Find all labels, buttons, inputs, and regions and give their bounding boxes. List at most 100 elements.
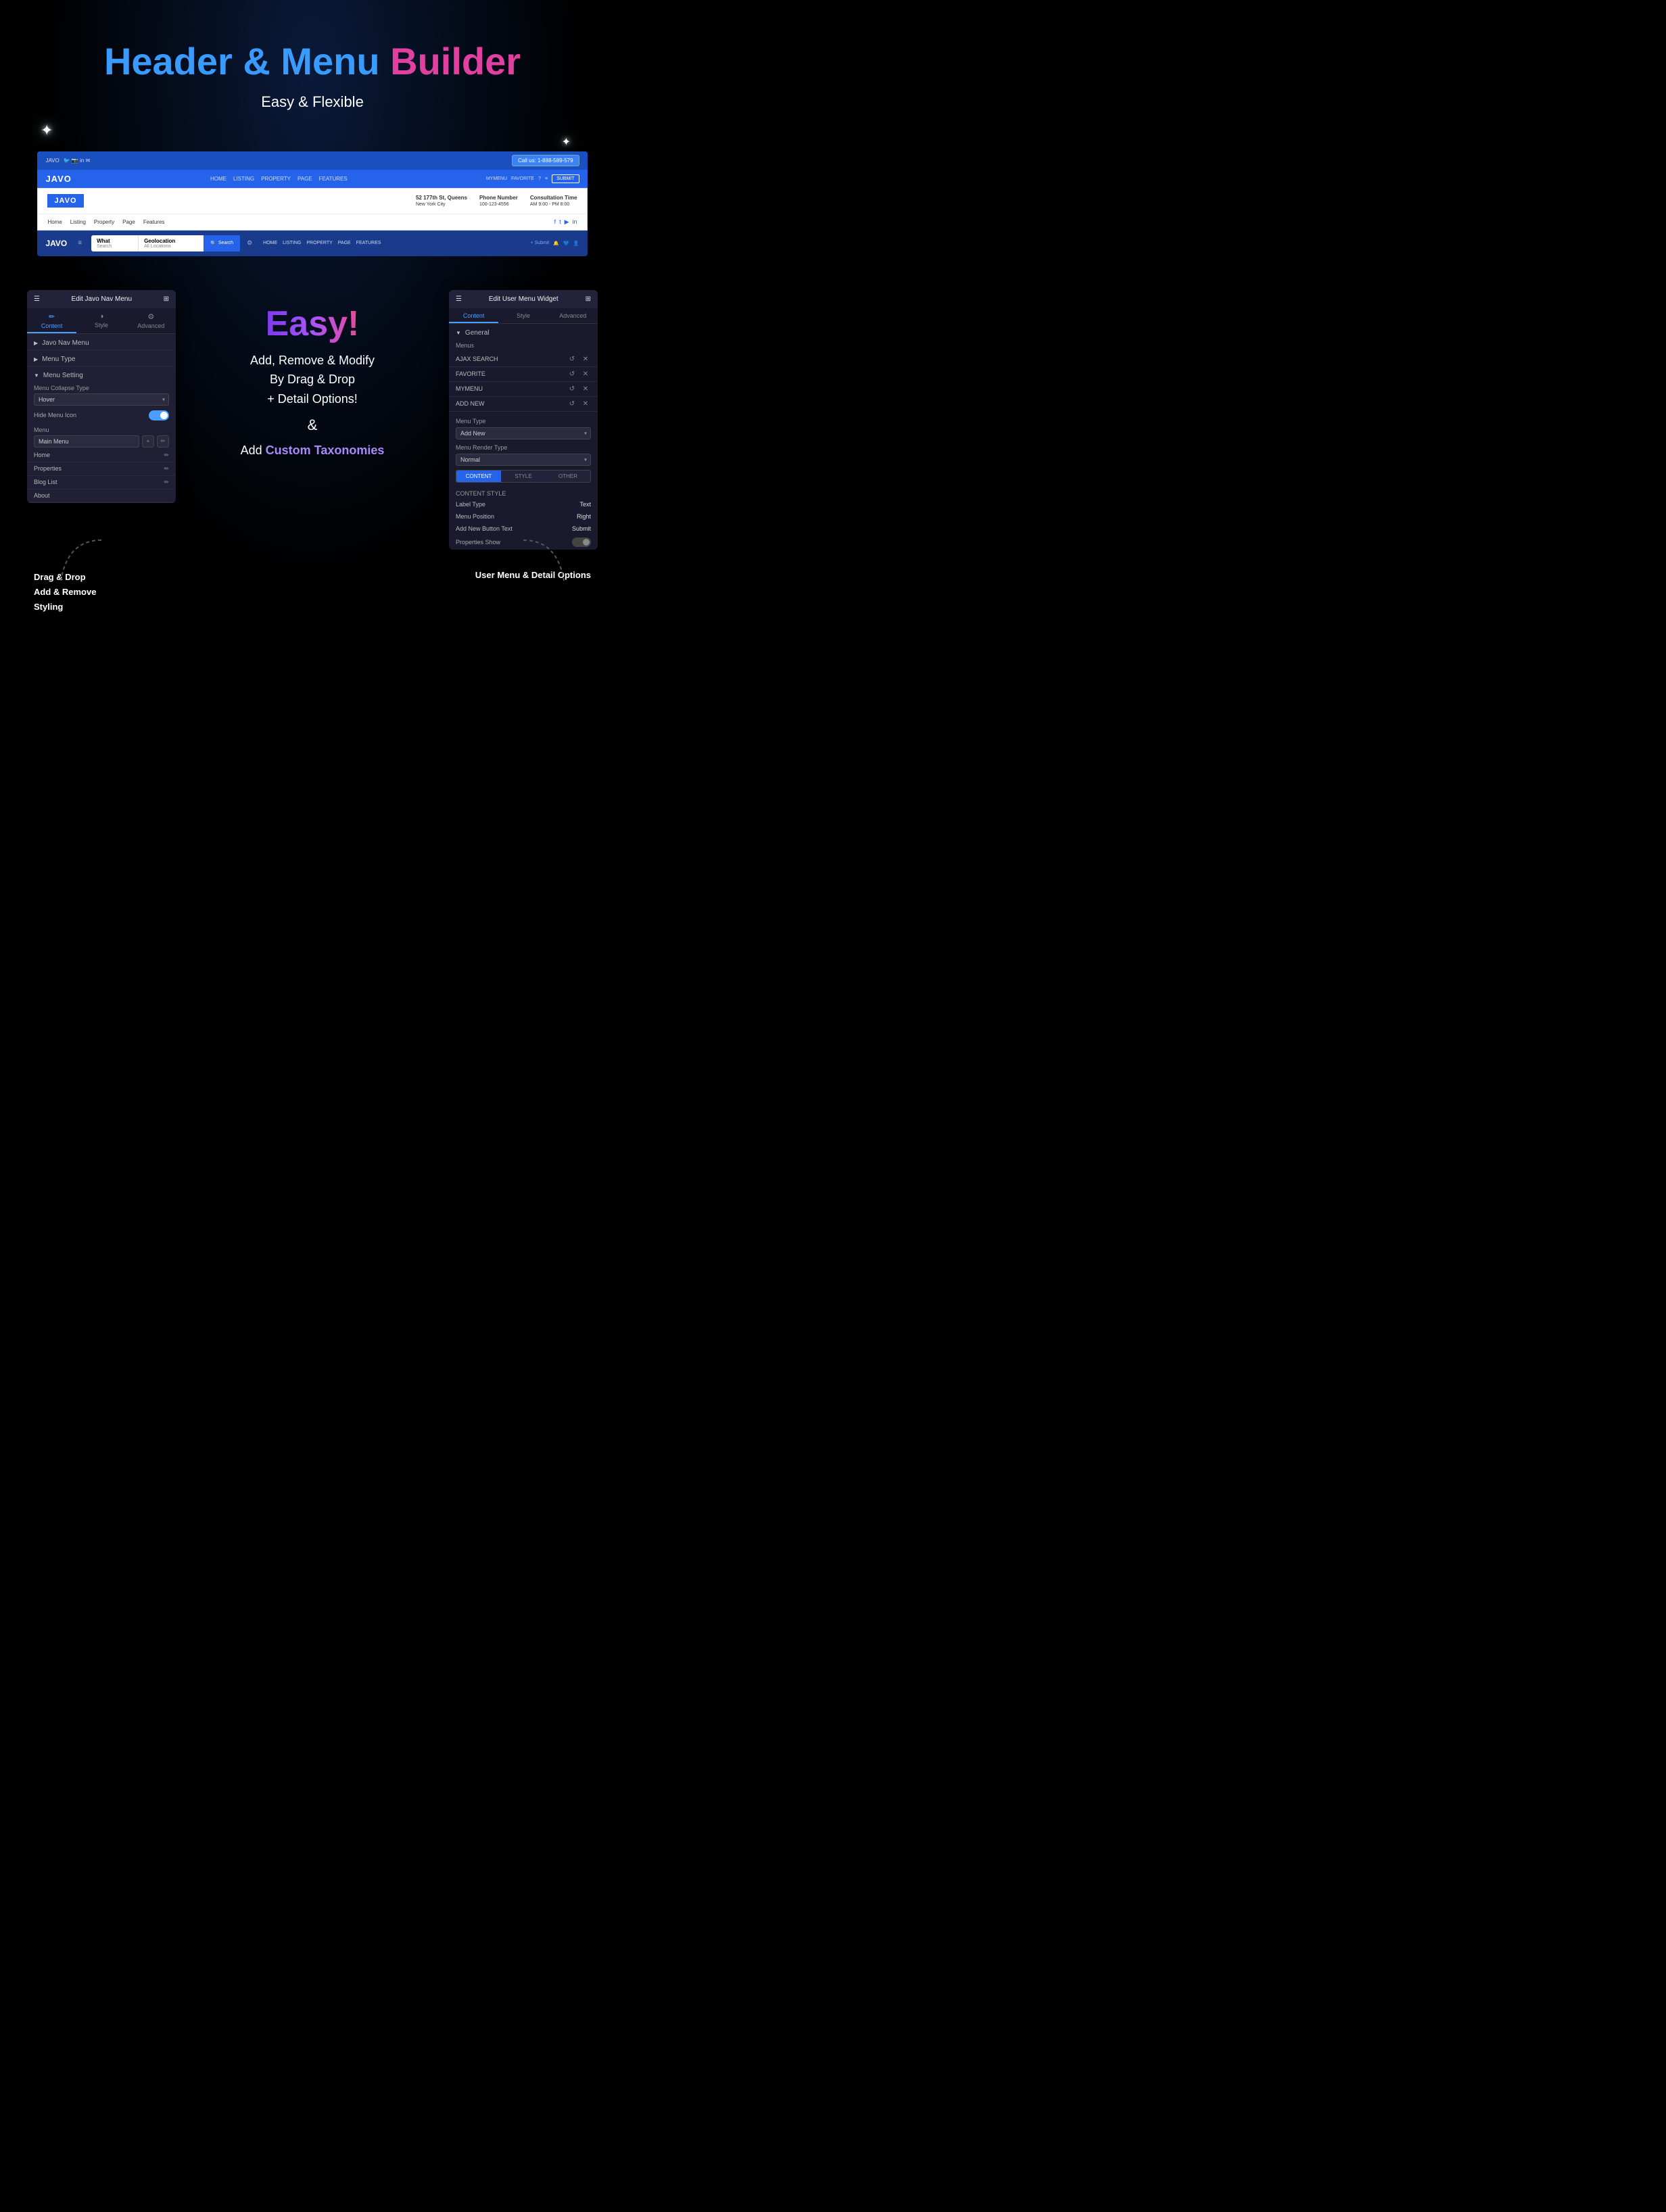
menu-label: Menu — [27, 424, 176, 434]
preview2-info: 52 177th St, Queens New York City Phone … — [416, 194, 577, 208]
add-new-edit-icon[interactable]: ↺ — [567, 400, 577, 408]
label-type-label: Label Type — [456, 501, 485, 508]
ajax-search-delete-icon[interactable]: ✕ — [580, 356, 591, 363]
preview-1: JAVO 🐦 📷 in ✉ Call us: 1-888-589-579 JAV… — [37, 151, 587, 188]
left-panel-title: Edit Javo Nav Menu — [72, 295, 133, 303]
menu-type-arrow: ▶ — [34, 356, 38, 362]
menu-collapse-select[interactable]: Hover Click — [34, 393, 169, 406]
rp-menu-add-new: ADD NEW ↺ ✕ — [449, 397, 598, 412]
left-tab-style[interactable]: ◑ Style — [76, 308, 126, 333]
menu-select[interactable]: Main Menu — [34, 435, 139, 448]
preview3-search-bar: What Search Geolocation All Locations 🔍 … — [91, 235, 240, 251]
preview-3: JAVO ≡ What Search Geolocation All Locat… — [37, 231, 587, 256]
hide-menu-toggle-row: Hide Menu Icon — [27, 407, 176, 424]
star-left: ✦ — [41, 122, 53, 139]
content-style-tabs: CONTENT STYLE OTHER — [456, 470, 591, 483]
preview1-nav-links: HOME LISTING PROPERTY PAGE FEATURES — [210, 176, 348, 182]
mymenu-delete-icon[interactable]: ✕ — [580, 385, 591, 393]
menu-setting-header[interactable]: ▼ Menu Setting — [27, 366, 176, 382]
preview2-phone: Phone Number 100-123-4556 — [479, 194, 518, 208]
preview3-logo: JAVO — [45, 239, 67, 248]
easy-title: Easy! — [266, 304, 360, 344]
menu-position-value: Right — [577, 513, 591, 520]
left-panel-grid-icon: ⊞ — [164, 295, 169, 303]
hide-menu-toggle[interactable] — [149, 410, 169, 420]
add-new-delete-icon[interactable]: ✕ — [580, 400, 591, 408]
blog-edit-icon[interactable]: ✏ — [164, 479, 169, 486]
logo-label: JAVO — [45, 158, 59, 164]
preview3-search-btn[interactable]: 🔍 Search — [204, 235, 240, 251]
menu-type-label: Menu Type — [449, 414, 598, 426]
preview-2-top: JAVO 52 177th St, Queens New York City P… — [38, 189, 586, 214]
dashed-arc-right — [517, 533, 571, 587]
ajax-search-edit-icon[interactable]: ↺ — [567, 356, 577, 363]
add-new-button-value: Submit — [572, 525, 591, 532]
favorite-delete-icon[interactable]: ✕ — [580, 370, 591, 378]
left-panel-menu-icon: ☰ — [34, 295, 40, 303]
general-arrow: ▼ — [456, 330, 461, 336]
preview2-social: f t ▶ in — [554, 218, 577, 226]
left-panel: ☰ Edit Javo Nav Menu ⊞ ✏ Content ◑ Style… — [27, 290, 176, 503]
preview3-menu-icon: ≡ — [78, 239, 82, 247]
right-tab-advanced[interactable]: Advanced — [548, 308, 598, 323]
preview-1-topbar: JAVO 🐦 📷 in ✉ Call us: 1-888-589-579 — [37, 151, 587, 170]
favorite-edit-icon[interactable]: ↺ — [567, 370, 577, 378]
custom-taxonomies-text: Custom Taxonomies — [266, 443, 385, 457]
hide-menu-label: Hide Menu Icon — [34, 412, 76, 418]
right-tab-style[interactable]: Style — [498, 308, 548, 323]
hero-section: ✦ ✦ Header & Menu Builder Easy & Flexibl… — [0, 0, 625, 151]
favorite-actions: ↺ ✕ — [567, 370, 591, 378]
add-new-actions: ↺ ✕ — [567, 400, 591, 408]
center-text-section: Easy! Add, Remove & Modify By Drag & Dro… — [189, 290, 435, 474]
menu-render-select[interactable]: Normal — [456, 454, 591, 466]
menu-type-header[interactable]: ▶ Menu Type — [27, 350, 176, 366]
preview3-submit: + Submit — [531, 241, 550, 245]
menu-type-select[interactable]: Add New — [456, 427, 591, 439]
right-panel-header: ☰ Edit User Menu Widget ⊞ — [449, 290, 598, 308]
right-panel-grid-icon: ⊞ — [586, 295, 591, 303]
menu-setting-arrow: ▼ — [34, 372, 39, 379]
rp-tab-content[interactable]: CONTENT — [456, 471, 501, 482]
menu-item-properties: Properties ✏ — [27, 462, 176, 476]
preview3-search-geo: Geolocation All Locations — [139, 235, 204, 251]
center-description: Add, Remove & Modify By Drag & Drop + De… — [241, 351, 385, 460]
right-panel: ☰ Edit User Menu Widget ⊞ Content Style … — [449, 290, 598, 550]
style-icon: ◑ — [99, 312, 104, 320]
menu-add-icon[interactable]: + — [142, 435, 154, 448]
right-panel-title: Edit User Menu Widget — [489, 295, 558, 303]
hero-subtitle: Easy & Flexible — [14, 93, 611, 111]
javo-nav-header[interactable]: ▶ Javo Nav Menu — [27, 334, 176, 350]
preview2-nav-links: Home Listing Property Page Features — [47, 219, 164, 225]
add-new-button-label: Add New Button Text — [456, 525, 513, 532]
section-javo-nav: ▶ Javo Nav Menu — [27, 334, 176, 350]
left-panel-tabs: ✏ Content ◑ Style ⚙ Advanced — [27, 308, 176, 334]
social-icons: 🐦 📷 in ✉ — [64, 158, 91, 164]
left-panel-header: ☰ Edit Javo Nav Menu ⊞ — [27, 290, 176, 308]
menu-edit-icon[interactable]: ✏ — [157, 435, 169, 448]
rp-menus-list: AJAX SEARCH ↺ ✕ FAVORITE ↺ ✕ MYMENU — [449, 350, 598, 414]
general-section-header[interactable]: ▼ General — [449, 324, 598, 339]
rp-menu-ajax-search: AJAX SEARCH ↺ ✕ — [449, 352, 598, 367]
rp-tab-style[interactable]: STYLE — [501, 471, 546, 482]
properties-show-label: Properties Show — [456, 539, 500, 546]
mymenu-actions: ↺ ✕ — [567, 385, 591, 393]
rp-tab-other[interactable]: OTHER — [546, 471, 590, 482]
right-tab-content[interactable]: Content — [449, 308, 498, 323]
mymenu-edit-icon[interactable]: ↺ — [567, 385, 577, 393]
left-tab-content[interactable]: ✏ Content — [27, 308, 76, 333]
menu-render-label: Menu Render Type — [449, 441, 598, 452]
section-menu-type: ▶ Menu Type — [27, 350, 176, 366]
right-panel-tabs: Content Style Advanced — [449, 308, 598, 324]
right-panel-menu-icon: ☰ — [456, 295, 462, 303]
javo-nav-arrow: ▶ — [34, 340, 38, 346]
preview2-time: Consultation Time AM 9:00 - PM 8:00 — [530, 194, 577, 208]
star-right: ✦ — [562, 135, 571, 149]
home-edit-icon[interactable]: ✏ — [164, 452, 169, 459]
section-menu-setting: ▼ Menu Setting Menu Collapse Type Hover … — [27, 366, 176, 503]
menu-item-blog-list: Blog List ✏ — [27, 476, 176, 489]
left-tab-advanced[interactable]: ⚙ Advanced — [126, 308, 176, 333]
preview2-logo: JAVO — [47, 194, 83, 208]
properties-show-toggle[interactable] — [572, 537, 591, 547]
properties-edit-icon[interactable]: ✏ — [164, 465, 169, 473]
preview3-nav-links: HOME LISTING PROPERTY PAGE FEATURES — [263, 241, 381, 245]
